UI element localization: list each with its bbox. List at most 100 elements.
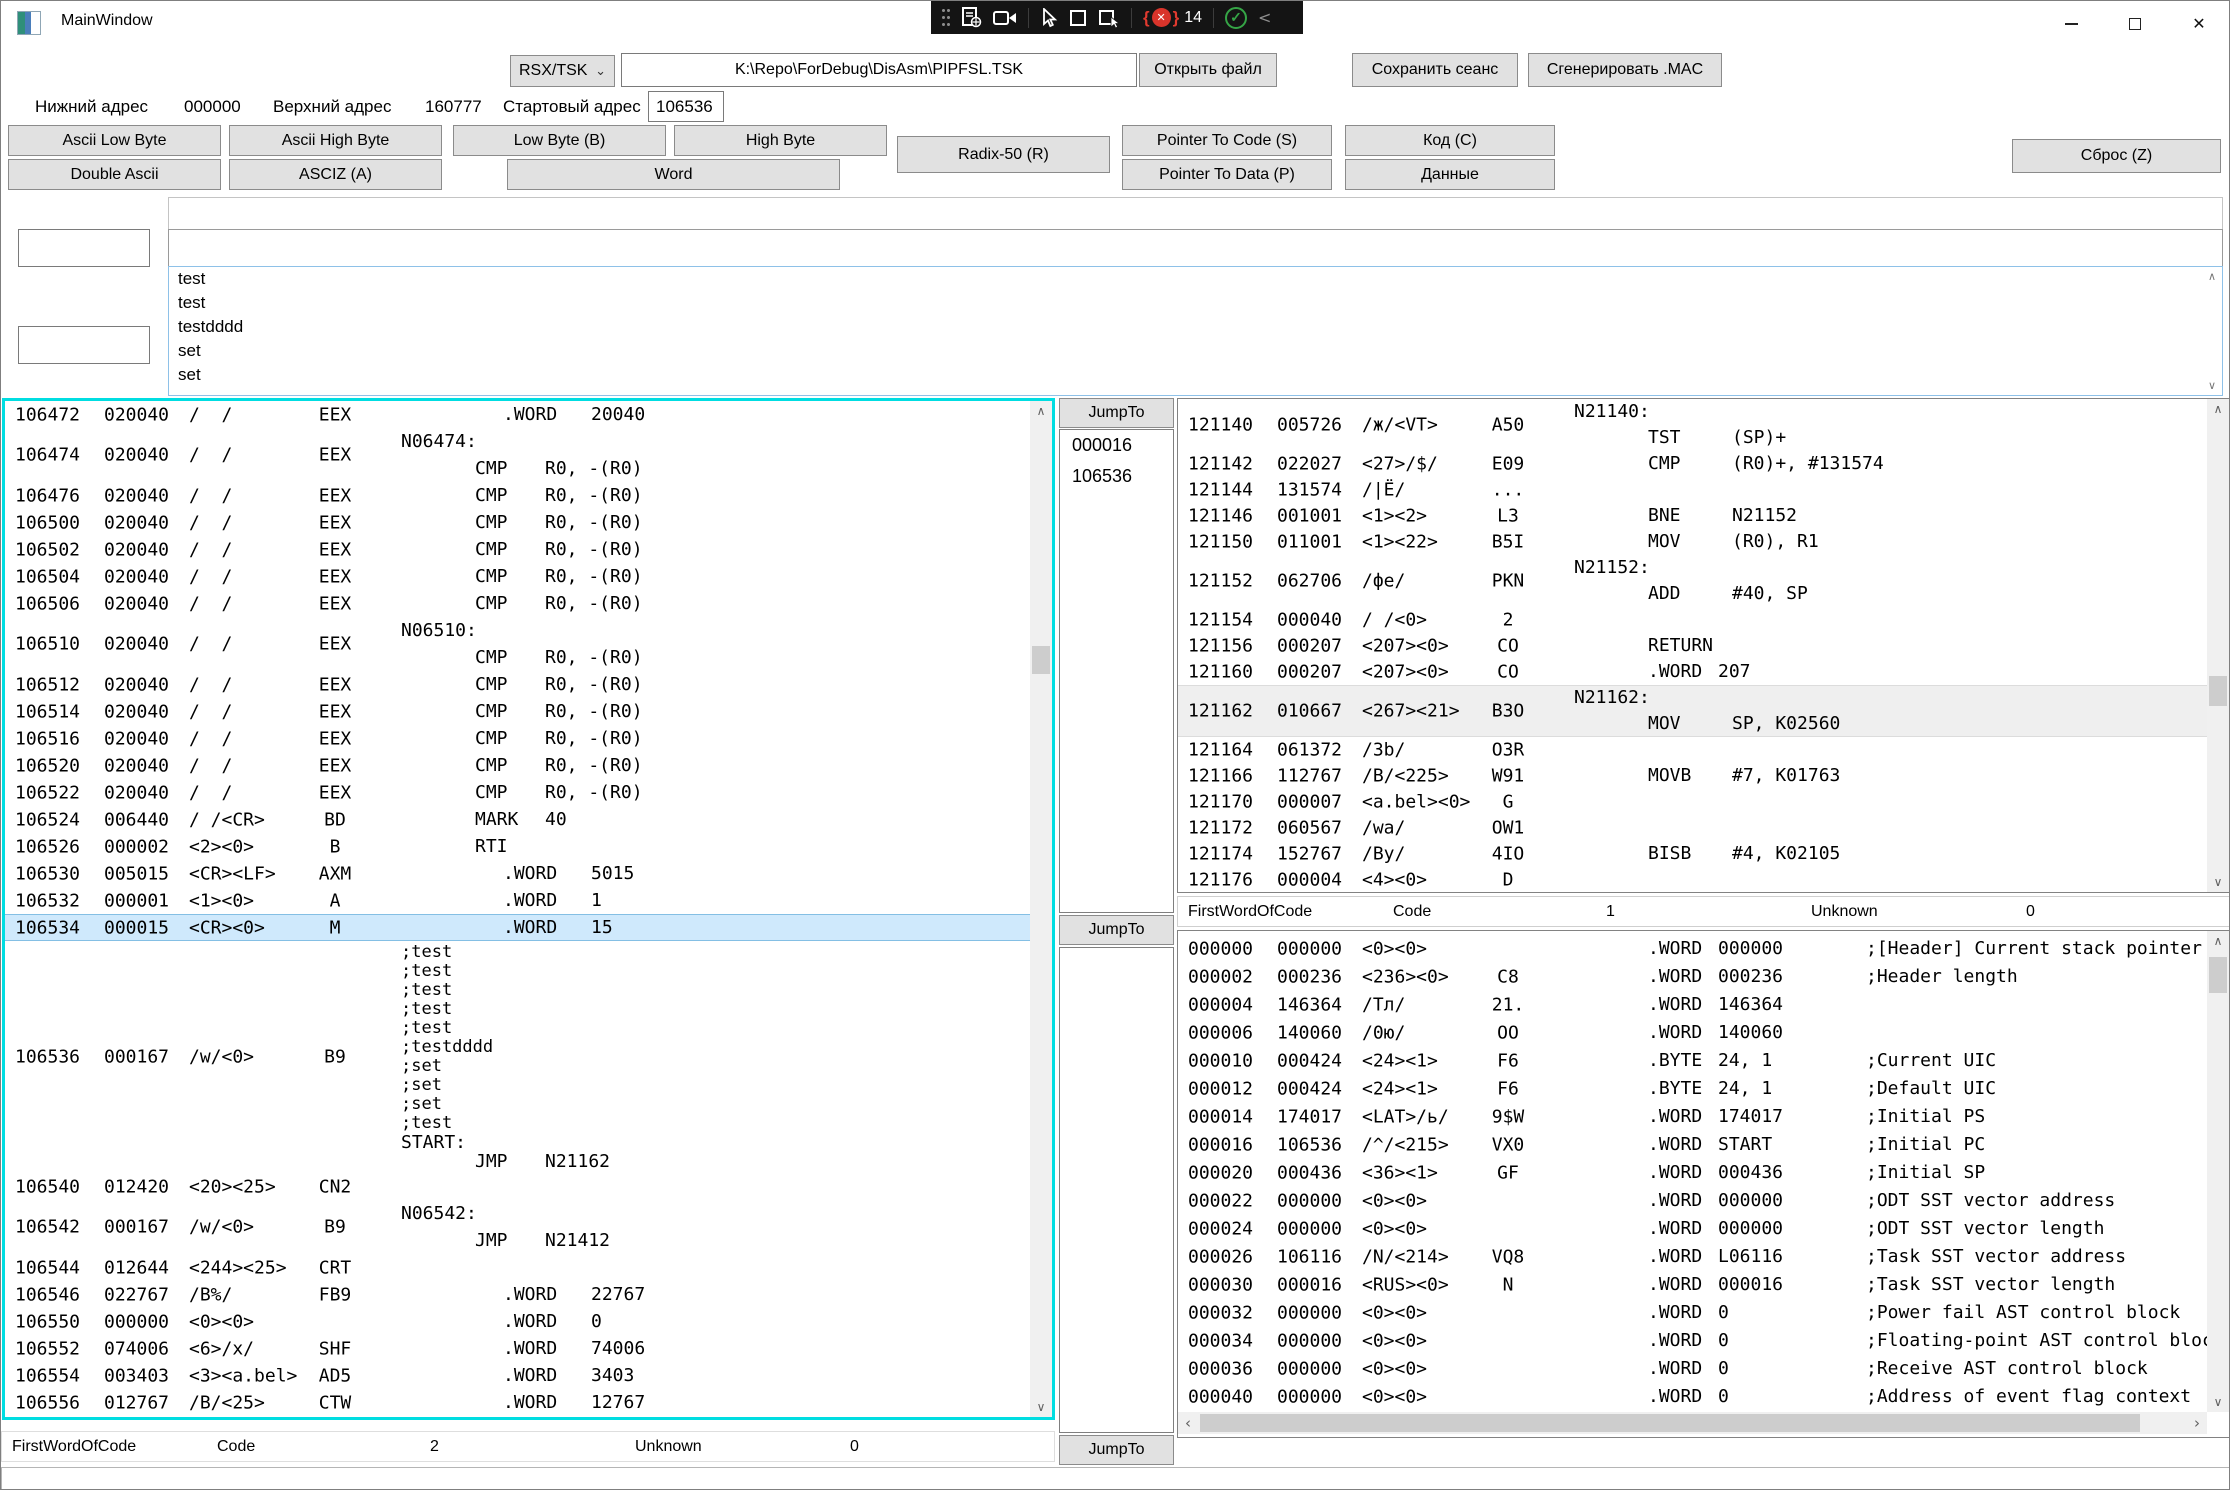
ascii-high-byte-button[interactable]: Ascii High Byte	[229, 125, 442, 156]
close-button[interactable]: ✕	[2167, 1, 2230, 46]
note-line[interactable]: testdddd	[169, 315, 2222, 339]
asm-row[interactable]: 106526000002<2><0>BRTI	[5, 833, 1030, 860]
asm-row[interactable]: 106550000000<0><0>.WORD0	[5, 1308, 1030, 1335]
right-bottom-scrollbar[interactable]: ∧ ∨	[2207, 931, 2229, 1412]
asm-row[interactable]: 106514020040/ /EEXCMPR0, -(R0)	[5, 698, 1030, 725]
asm-row[interactable]: 106542000167/w/<0>B9N06542:JMPN21412	[5, 1200, 1030, 1254]
asm-row[interactable]: 106506020040/ /EEXCMPR0, -(R0)	[5, 590, 1030, 617]
asm-row[interactable]: 000004146364/Тл/21..WORD146364	[1178, 991, 2207, 1019]
scroll-left-button[interactable]: ‹	[1178, 1412, 1198, 1434]
cursor-icon[interactable]	[1040, 8, 1058, 28]
asm-row[interactable]: 106512020040/ /EEXCMPR0, -(R0)	[5, 671, 1030, 698]
scroll-down-button[interactable]: ∨	[2207, 872, 2229, 892]
data-button[interactable]: Данные	[1345, 159, 1555, 190]
aux-input-2[interactable]	[18, 326, 150, 364]
asm-row[interactable]: 106510020040/ /EEXN06510:CMPR0, -(R0)	[5, 617, 1030, 671]
bottom-strip-input[interactable]	[1, 1467, 2230, 1490]
region-icon[interactable]	[1069, 9, 1087, 27]
asm-row[interactable]: 106560000000<0><0>N06560:	[5, 1416, 1030, 1417]
scroll-right-button[interactable]: ›	[2187, 1412, 2207, 1434]
asm-row[interactable]: 000016106536/^/<215>VX0.WORDSTART;Initia…	[1178, 1131, 2207, 1159]
collapse-chevron-icon[interactable]: <	[1258, 8, 1271, 27]
jump-target-item[interactable]: 106536	[1060, 461, 1173, 492]
word-button[interactable]: Word	[507, 159, 840, 190]
asm-row[interactable]: 121156000207<207><0>CORETURN	[1178, 633, 2207, 659]
asm-row[interactable]: 106540012420<20><25>CN2	[5, 1173, 1030, 1200]
asm-row[interactable]: 106554003403<3><a.bel>AD5.WORD3403	[5, 1362, 1030, 1389]
scroll-down-button[interactable]: ∨	[2207, 1392, 2229, 1412]
asm-row[interactable]: 106532000001<1><0>A.WORD1	[5, 887, 1030, 914]
low-byte-button[interactable]: Low Byte (B)	[453, 125, 666, 156]
asm-row[interactable]: 106522020040/ /EEXCMPR0, -(R0)	[5, 779, 1030, 806]
left-panel-scrollbar[interactable]: ∧ ∨	[1030, 401, 1052, 1417]
asm-row[interactable]: 000024000000<0><0>.WORD000000;ODT SST ve…	[1178, 1215, 2207, 1243]
asm-row[interactable]: 106534000015<CR><0>M.WORD15	[5, 914, 1030, 941]
asm-row[interactable]: 106524006440/ /<CR>BDMARK40	[5, 806, 1030, 833]
save-session-button[interactable]: Сохранить сеанс	[1352, 53, 1518, 87]
asm-row[interactable]: 106504020040/ /EEXCMPR0, -(R0)	[5, 563, 1030, 590]
asm-row[interactable]: 121162010667<267><21>B3ON21162:MOVSP, K0…	[1178, 685, 2207, 737]
code-button[interactable]: Код (C)	[1345, 125, 1555, 156]
asm-row[interactable]: 121164061372/Зb/O3R	[1178, 737, 2207, 763]
scroll-up-button[interactable]: ∧	[2207, 399, 2229, 419]
asm-row[interactable]: 000026106116/N/<214>VQ8.WORDL06116;Task …	[1178, 1243, 2207, 1271]
asm-row[interactable]: 106546022767/B%/FB9.WORD22767	[5, 1281, 1030, 1308]
scroll-up-button[interactable]: ∧	[2207, 931, 2229, 951]
capture-log-icon[interactable]	[962, 7, 982, 29]
open-file-button[interactable]: Открыть файл	[1139, 53, 1277, 87]
cursor-region-icon[interactable]	[1098, 8, 1120, 28]
high-byte-button[interactable]: High Byte	[674, 125, 887, 156]
asm-row[interactable]: 121154000040/ /<0>2	[1178, 607, 2207, 633]
asm-row[interactable]: 121176000004<4><0>D	[1178, 867, 2207, 892]
asm-row[interactable]: 121170000007<a.bel><0>G	[1178, 789, 2207, 815]
asm-row[interactable]: 106556012767/B/<25>CTW.WORD12767	[5, 1389, 1030, 1416]
generate-mac-button[interactable]: Сгенерировать .MAC	[1528, 53, 1722, 87]
comment-entry-input[interactable]	[168, 229, 2223, 267]
asm-row[interactable]: 106530005015<CR><LF>AXM.WORD5015	[5, 860, 1030, 887]
scroll-down-button[interactable]: ∨	[1030, 1397, 1052, 1417]
asm-row[interactable]: 000036000000<0><0>.WORD0;Receive AST con…	[1178, 1355, 2207, 1383]
asm-row[interactable]: 106544012644<244><25>CRT	[5, 1254, 1030, 1281]
jump-target-item[interactable]: 000016	[1060, 430, 1173, 461]
confirm-icon[interactable]: ✓	[1225, 7, 1247, 29]
pointer-to-code-button[interactable]: Pointer To Code (S)	[1122, 125, 1332, 156]
pointer-to-data-button[interactable]: Pointer To Data (P)	[1122, 159, 1332, 190]
asm-row[interactable]: 106476020040/ /EEXCMPR0, -(R0)	[5, 482, 1030, 509]
drag-handle-icon[interactable]	[941, 7, 951, 29]
asm-row[interactable]: 000006140060/0ю/OO.WORD140060	[1178, 1019, 2207, 1047]
aux-input-1[interactable]	[18, 229, 150, 267]
double-ascii-button[interactable]: Double Ascii	[8, 159, 221, 190]
file-path-input[interactable]: K:\Repo\ForDebug\DisAsm\PIPFSL.TSK	[621, 53, 1137, 87]
asm-row[interactable]: 106520020040/ /EEXCMPR0, -(R0)	[5, 752, 1030, 779]
asm-row[interactable]: 000000000000<0><0>.WORD000000;[Header] C…	[1178, 935, 2207, 963]
note-line[interactable]: set	[169, 363, 2222, 387]
camera-icon[interactable]	[993, 10, 1017, 26]
asm-row[interactable]: 106502020040/ /EEXCMPR0, -(R0)	[5, 536, 1030, 563]
scroll-thumb[interactable]	[1032, 646, 1050, 674]
asm-row[interactable]: 106500020040/ /EEXCMPR0, -(R0)	[5, 509, 1030, 536]
asm-row[interactable]: 000040000000<0><0>.WORD0;Address of even…	[1178, 1383, 2207, 1411]
asm-row[interactable]: 106536000167/w/<0>B9;test;test;test;test…	[5, 941, 1030, 1173]
scroll-thumb[interactable]	[2209, 676, 2227, 706]
asm-row[interactable]: 121172060567/wa/OW1	[1178, 815, 2207, 841]
format-select[interactable]: RSX/TSK ⌄	[510, 55, 615, 87]
note-line[interactable]: test	[169, 267, 2222, 291]
asm-row[interactable]: 000010000424<24><1>F6.BYTE24, 1;Current …	[1178, 1047, 2207, 1075]
asm-row[interactable]: 121152062706/фе/PKNN21152:ADD#40, SP	[1178, 555, 2207, 607]
asm-row[interactable]: 000020000436<36><1>GF.WORD000436;Initial…	[1178, 1159, 2207, 1187]
jumpto-button-top[interactable]: JumpTo	[1059, 398, 1174, 428]
reset-button[interactable]: Сброс (Z)	[2012, 139, 2221, 173]
jumpto-button-bottom[interactable]: JumpTo	[1059, 1435, 1174, 1465]
asm-row[interactable]: 121174152767/Ву/4IOBISB#4, K02105	[1178, 841, 2207, 867]
minimize-button[interactable]	[2039, 1, 2103, 46]
asm-row[interactable]: 106516020040/ /EEXCMPR0, -(R0)	[5, 725, 1030, 752]
scroll-down-icon[interactable]: ∨	[2208, 379, 2216, 392]
asm-row[interactable]: 106472020040/ /EEX.WORD20040	[5, 401, 1030, 428]
right-bottom-hscrollbar[interactable]: ‹ ›	[1178, 1412, 2207, 1434]
asciz-button[interactable]: ASCIZ (A)	[229, 159, 442, 190]
right-top-scrollbar[interactable]: ∧ ∨	[2207, 399, 2229, 892]
scroll-thumb[interactable]	[1200, 1414, 2140, 1432]
asm-row[interactable]: 121146001001<1><2>L3BNEN21152	[1178, 503, 2207, 529]
asm-row[interactable]: 106552074006<6>/x/SHF.WORD74006	[5, 1335, 1030, 1362]
comment-preview-input[interactable]	[168, 197, 2223, 230]
